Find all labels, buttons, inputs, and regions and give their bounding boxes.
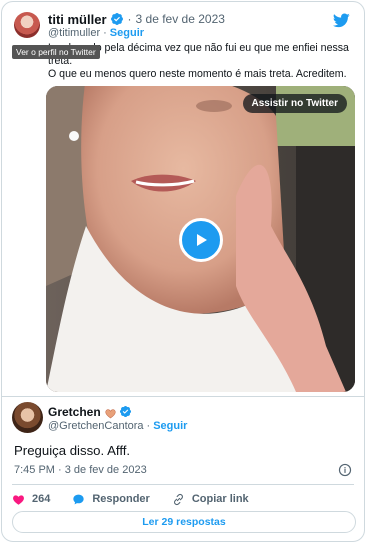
tweet-embed-card: titi müller · 3 de fev de 2023 @titimull… [1,1,365,542]
watch-on-twitter-button[interactable]: Assistir no Twitter [242,94,347,113]
tweet-actions: 264 Responder Copiar link [12,491,271,507]
quoted-date[interactable]: 3 de fev de 2023 [136,12,225,26]
main-author-row: Gretchen [48,404,133,419]
quoted-author-row: titi müller · 3 de fev de 2023 [48,11,225,27]
quoted-text-line: O que eu menos quero neste momento é mai… [48,68,347,80]
reply-bubble-icon [73,494,85,504]
play-button[interactable] [179,218,223,262]
info-icon[interactable] [338,463,352,477]
reply-button[interactable]: Responder [72,493,150,506]
divider [12,484,354,485]
separator-dot: · [127,12,132,26]
heart-emoji-icon [105,406,116,419]
main-author-avatar[interactable] [12,402,43,433]
verified-badge-icon [119,405,133,419]
separator-dot: · [103,27,107,39]
play-icon [197,234,207,246]
main-handle-row: @GretchenCantora · Seguir [48,420,187,432]
profile-tooltip: Ver o perfil no Twitter [12,45,100,59]
copy-link-button[interactable]: Copiar link [172,493,249,506]
verified-badge-icon [110,12,124,26]
main-handle[interactable]: @GretchenCantora [48,420,144,432]
quoted-handle[interactable]: @titimuller [48,27,100,39]
reply-label: Responder [92,493,150,505]
like-heart-icon [13,494,24,505]
link-icon [173,493,183,505]
twitter-bird-icon[interactable] [333,13,350,28]
video-player[interactable]: Assistir no Twitter [46,86,355,392]
like-button[interactable]: 264 [12,493,50,506]
copy-link-label: Copiar link [191,493,249,505]
read-replies-button[interactable]: Ler 29 respostas [12,511,356,533]
quoted-follow-button[interactable]: Seguir [110,27,144,39]
main-author-name[interactable]: Gretchen [48,405,101,419]
likes-count: 264 [32,493,51,505]
main-tweet-timestamp[interactable]: 7:45 PM · 3 de fev de 2023 [14,464,147,476]
quoted-author-avatar[interactable] [14,12,40,38]
main-tweet-text: Preguiça disso. Afff. [14,443,131,458]
separator-dot: · [146,420,151,432]
divider [2,396,364,397]
quoted-handle-row: @titimuller · Seguir [48,27,144,39]
quoted-author-name[interactable]: titi müller [48,12,107,27]
main-follow-button[interactable]: Seguir [153,420,187,432]
